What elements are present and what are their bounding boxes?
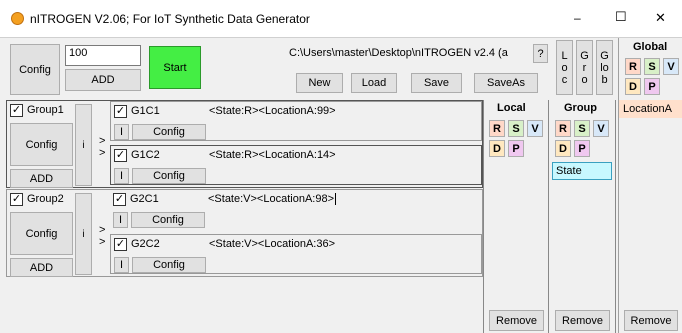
child-i-button[interactable]: I xyxy=(114,124,129,140)
app-icon xyxy=(11,12,24,25)
child-name: G1C2 xyxy=(131,149,160,161)
group-panel-title: Group xyxy=(564,102,597,114)
group-config-button[interactable]: Config xyxy=(10,123,73,166)
new-button[interactable]: New xyxy=(296,73,343,93)
group-item-state[interactable]: State xyxy=(552,162,612,180)
group-arrow-2: > xyxy=(99,236,106,248)
global-flag-s[interactable]: S xyxy=(644,58,660,75)
child-row: ✓ G1C2 <State:R><LocationA:14> I Config xyxy=(110,145,482,185)
global-panel: Global R S V D P LocationA Remove xyxy=(618,38,682,333)
child-value: <State:R><LocationA:99> xyxy=(209,105,336,117)
child-config-button[interactable]: Config xyxy=(132,257,206,273)
group-add-button[interactable]: ADD xyxy=(10,169,73,188)
global-item-label: LocationA xyxy=(623,103,672,115)
group-flag-s[interactable]: S xyxy=(574,120,590,137)
maximize-button[interactable]: ☐ xyxy=(615,9,627,25)
child-i-button[interactable]: I xyxy=(114,168,129,184)
child-config-button[interactable]: Config xyxy=(132,168,206,184)
child-row: ✓ G2C1 <State:V><LocationA:98> I Config xyxy=(110,190,482,230)
group-panel: Group R S V D P State Remove xyxy=(550,100,616,333)
global-flag-d[interactable]: D xyxy=(625,78,641,95)
local-panel: Local R S V D P Remove xyxy=(483,100,549,333)
local-remove-button[interactable]: Remove xyxy=(489,310,544,331)
group-remove-button[interactable]: Remove xyxy=(555,310,610,331)
window-title: nITROGEN V2.06; For IoT Synthetic Data G… xyxy=(30,12,310,26)
group-card: ✓ Group1 Config ADD i > > ✓ G1C1 <State:… xyxy=(6,100,483,188)
global-flag-v[interactable]: V xyxy=(663,58,679,75)
child-name: G2C2 xyxy=(131,238,160,250)
config-button[interactable]: Config xyxy=(10,44,60,95)
load-button[interactable]: Load xyxy=(351,73,397,93)
group-info-button[interactable]: i xyxy=(75,104,92,186)
group-add-button[interactable]: ADD xyxy=(10,258,73,277)
group-arrow-1: > xyxy=(99,224,106,236)
view-local-button[interactable]: L o c xyxy=(556,40,573,95)
project-path: C:\Users\master\Desktop\nITROGEN v2.4 (a xyxy=(289,47,508,59)
child-value[interactable]: <State:V><LocationA:98> xyxy=(208,193,336,205)
group-flag-d[interactable]: D xyxy=(555,140,571,157)
child-i-button[interactable]: I xyxy=(113,212,128,228)
count-input[interactable]: 100 xyxy=(65,45,141,66)
group-name: Group2 xyxy=(27,193,64,205)
child-checkbox[interactable]: ✓ xyxy=(114,105,127,118)
local-flag-d[interactable]: D xyxy=(489,140,505,157)
global-flag-p[interactable]: P xyxy=(644,78,660,95)
child-row: ✓ G1C1 <State:R><LocationA:99> I Config xyxy=(110,101,482,141)
group-name: Group1 xyxy=(27,104,64,116)
minimize-button[interactable]: – xyxy=(574,11,581,25)
view-group-label: G r o xyxy=(580,49,589,86)
group-card: ✓ Group2 Config ADD i > > ✓ G2C1 <State:… xyxy=(6,189,483,277)
group-flag-r[interactable]: R xyxy=(555,120,571,137)
saveas-button[interactable]: SaveAs xyxy=(474,73,538,93)
group-info-button[interactable]: i xyxy=(75,193,92,275)
view-group-button[interactable]: G r o xyxy=(576,40,593,95)
global-remove-button[interactable]: Remove xyxy=(624,310,678,331)
local-flag-v[interactable]: V xyxy=(527,120,543,137)
group-config-button[interactable]: Config xyxy=(10,212,73,255)
child-name: G2C1 xyxy=(130,193,159,205)
start-button[interactable]: Start xyxy=(149,46,201,89)
close-button[interactable]: ✕ xyxy=(655,10,666,26)
group-checkbox[interactable]: ✓ xyxy=(10,104,23,117)
help-button[interactable]: ? xyxy=(533,44,548,63)
group-flag-p[interactable]: P xyxy=(574,140,590,157)
child-config-button[interactable]: Config xyxy=(131,212,205,228)
group-arrow-2: > xyxy=(99,147,106,159)
view-global-label: G lo b xyxy=(600,49,609,86)
child-value: <State:V><LocationA:36> xyxy=(209,238,335,250)
local-flag-s[interactable]: S xyxy=(508,120,524,137)
title-bar: nITROGEN V2.06; For IoT Synthetic Data G… xyxy=(0,0,682,38)
local-flag-p[interactable]: P xyxy=(508,140,524,157)
group-list: ✓ Group1 Config ADD i > > ✓ G1C1 <State:… xyxy=(6,100,483,333)
group-arrow-1: > xyxy=(99,135,106,147)
save-button[interactable]: Save xyxy=(411,73,462,93)
global-item-locationa[interactable]: LocationA xyxy=(619,100,682,118)
global-title: Global xyxy=(633,41,668,53)
child-checkbox[interactable]: ✓ xyxy=(114,238,127,251)
view-local-label: L o c xyxy=(561,49,568,86)
view-global-button[interactable]: G lo b xyxy=(596,40,613,95)
add-button[interactable]: ADD xyxy=(65,69,141,91)
global-flag-r[interactable]: R xyxy=(625,58,641,75)
local-title: Local xyxy=(497,102,526,114)
child-row: ✓ G2C2 <State:V><LocationA:36> I Config xyxy=(110,234,482,274)
child-config-button[interactable]: Config xyxy=(132,124,206,140)
group-checkbox[interactable]: ✓ xyxy=(10,193,23,206)
group-item-label: State xyxy=(556,165,582,177)
child-checkbox[interactable]: ✓ xyxy=(114,149,127,162)
child-name: G1C1 xyxy=(131,105,160,117)
child-value: <State:R><LocationA:14> xyxy=(209,149,336,161)
child-i-button[interactable]: I xyxy=(114,257,129,273)
child-checkbox[interactable]: ✓ xyxy=(113,193,126,206)
group-flag-v[interactable]: V xyxy=(593,120,609,137)
local-flag-r[interactable]: R xyxy=(489,120,505,137)
